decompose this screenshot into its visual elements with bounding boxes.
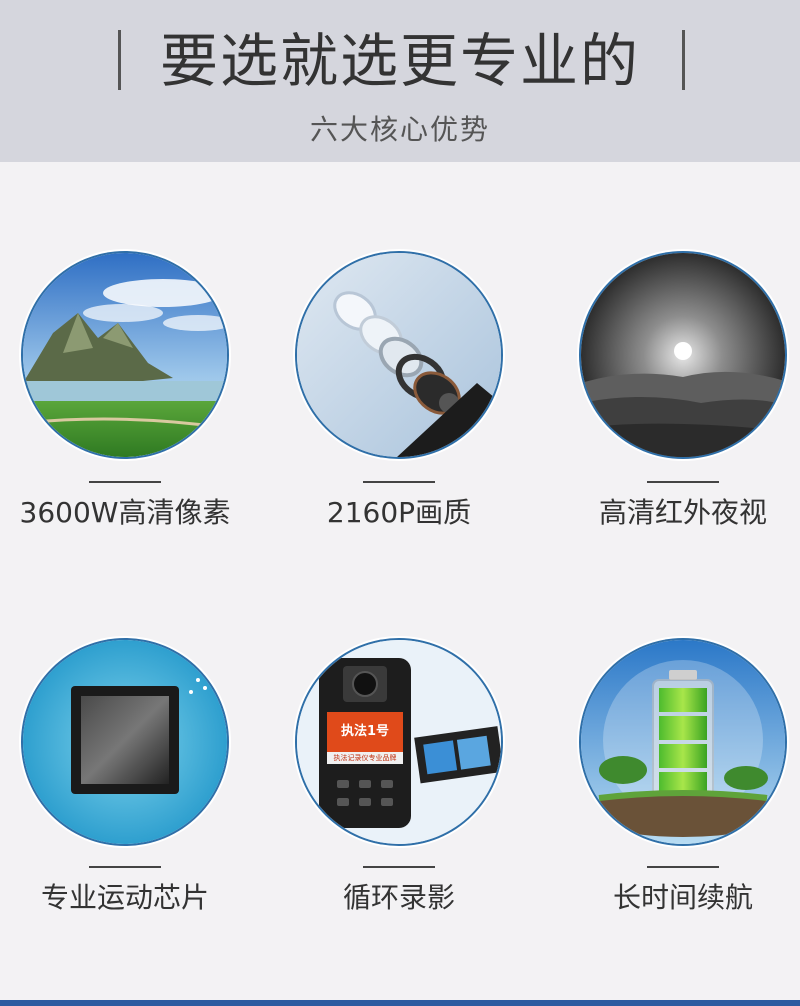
page-title: 要选就选更专业的 xyxy=(159,27,640,95)
footer-accent-strip xyxy=(0,1000,800,1006)
feature-label: 3600W高清像素 xyxy=(19,496,231,529)
battery-icon xyxy=(581,640,785,844)
feature-divider xyxy=(363,481,435,483)
device-tagline-label: 执法记录仪专业品牌 xyxy=(333,754,397,762)
lens-icon xyxy=(297,253,501,457)
feature-item-resolution: 2160P画质 xyxy=(269,253,529,553)
landscape-icon xyxy=(23,253,227,457)
feature-item-pixels: 3600W高清像素 xyxy=(0,253,255,553)
feature-item-night-vision: 高清红外夜视 xyxy=(553,253,800,553)
feature-label: 2160P画质 xyxy=(326,496,472,529)
night-vision-icon xyxy=(581,253,785,457)
feature-divider xyxy=(89,481,161,483)
feature-label: 循环录影 xyxy=(342,881,455,914)
camera-device-icon: 执法1号 执法记录仪专业品牌 xyxy=(297,640,501,844)
feature-label: 高清红外夜视 xyxy=(598,496,767,529)
feature-divider xyxy=(89,866,161,868)
feature-divider xyxy=(647,866,719,868)
feature-label: 专业运动芯片 xyxy=(40,881,209,914)
header-banner: 要选就选更专业的 六大核心优势 xyxy=(0,0,800,162)
device-brand-label: 执法1号 xyxy=(340,724,390,739)
feature-item-chip: 专业运动芯片 xyxy=(0,640,255,940)
chip-icon xyxy=(23,640,227,844)
page-subtitle: 六大核心优势 xyxy=(309,113,490,146)
feature-item-loop-recording: 执法1号 执法记录仪专业品牌 循环录影 xyxy=(269,640,529,940)
feature-divider xyxy=(363,866,435,868)
feature-divider xyxy=(647,481,719,483)
feature-label: 长时间续航 xyxy=(612,881,753,914)
feature-item-battery: 长时间续航 xyxy=(553,640,800,940)
title-divider-right xyxy=(682,30,685,90)
